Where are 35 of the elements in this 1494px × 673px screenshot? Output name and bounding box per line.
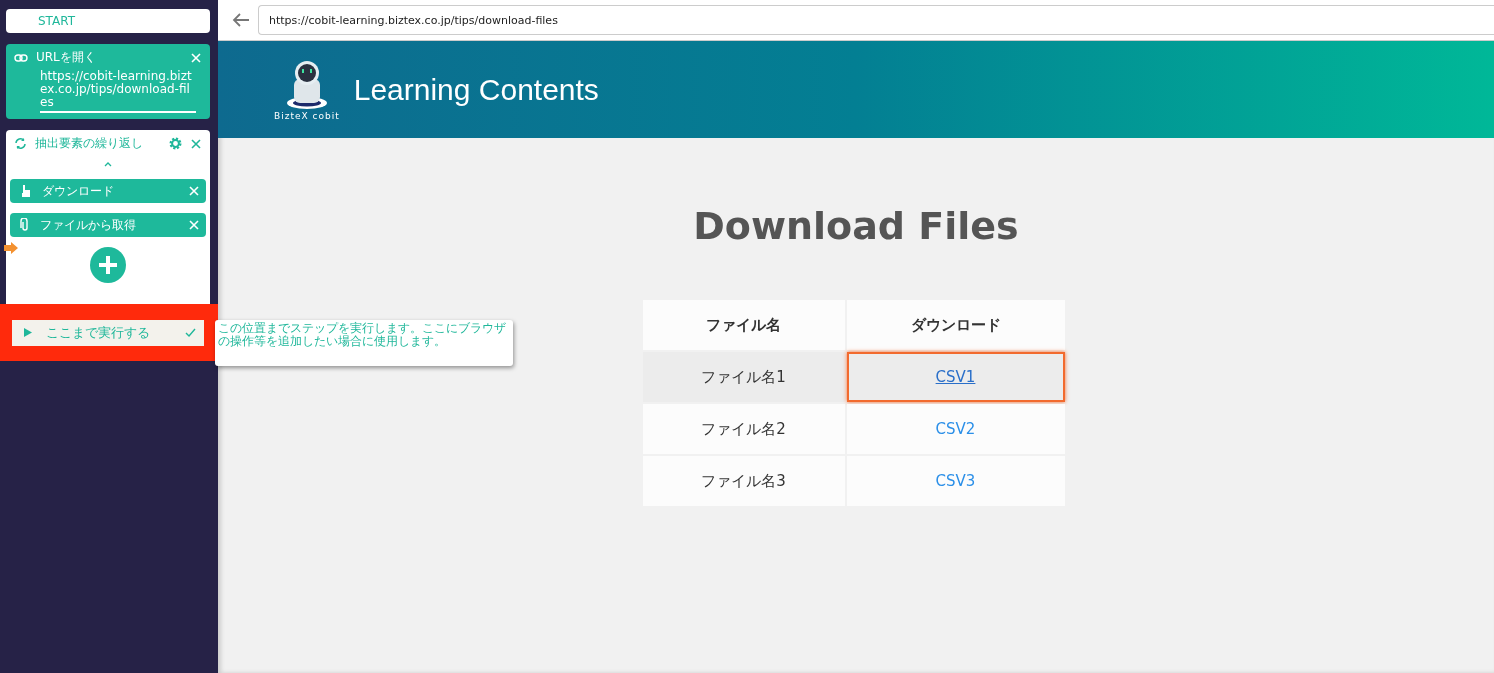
step-title: URLを開く xyxy=(36,49,97,66)
table-cell: ファイル名1 xyxy=(642,352,845,402)
column-header: ダウンロード xyxy=(846,300,1065,350)
child-step[interactable]: ファイルから取得 xyxy=(10,213,206,237)
table-cell: ファイル名2 xyxy=(642,404,845,454)
download-link[interactable]: CSV1 xyxy=(935,368,976,386)
step-title: 抽出要素の繰り返し xyxy=(35,135,144,152)
loop-step[interactable]: 抽出要素の繰り返し ダウンロード ファイルから取得 xyxy=(6,130,210,304)
back-arrow-icon[interactable] xyxy=(232,12,250,28)
paperclip-icon xyxy=(20,218,30,232)
close-icon[interactable] xyxy=(190,137,202,150)
brand-logo-text: BizteX cobit xyxy=(274,110,340,121)
arrow-icon xyxy=(4,242,18,254)
url-field[interactable]: https://cobit-learning.biztex.co.jp/tips/download-files xyxy=(40,70,196,113)
start-step[interactable]: START xyxy=(6,9,210,33)
run-here-button[interactable]: ここまで実行する xyxy=(12,319,204,346)
tooltip: この位置までステップを実行します。ここにブラウザの操作等を追加したい場合に使用します。 xyxy=(215,320,513,366)
page-title: Download Files xyxy=(693,204,1019,248)
pointing-hand-icon xyxy=(20,184,32,198)
link-icon xyxy=(14,53,28,62)
add-step-icon[interactable] xyxy=(90,247,126,283)
column-header: ファイル名 xyxy=(642,300,845,350)
collapse-chevron-icon[interactable] xyxy=(104,162,112,167)
download-link[interactable]: CSV3 xyxy=(935,472,976,490)
settings-icon[interactable] xyxy=(169,137,182,150)
child-step[interactable]: ダウンロード xyxy=(10,179,206,203)
download-link[interactable]: CSV2 xyxy=(935,420,976,438)
table-cell: ファイル名3 xyxy=(642,456,845,506)
play-icon xyxy=(24,328,32,337)
step-title: ダウンロード xyxy=(42,182,115,200)
address-field[interactable]: https://cobit-learning.biztex.co.jp/tips/download-files xyxy=(258,5,1494,35)
refresh-icon xyxy=(14,137,27,150)
step-title: ファイルから取得 xyxy=(40,216,137,234)
site-title: Learning Contents xyxy=(353,72,599,107)
open-url-step[interactable]: URLを開く https://cobit-learning.biztex.co.jp/tips/download-files xyxy=(6,44,210,119)
